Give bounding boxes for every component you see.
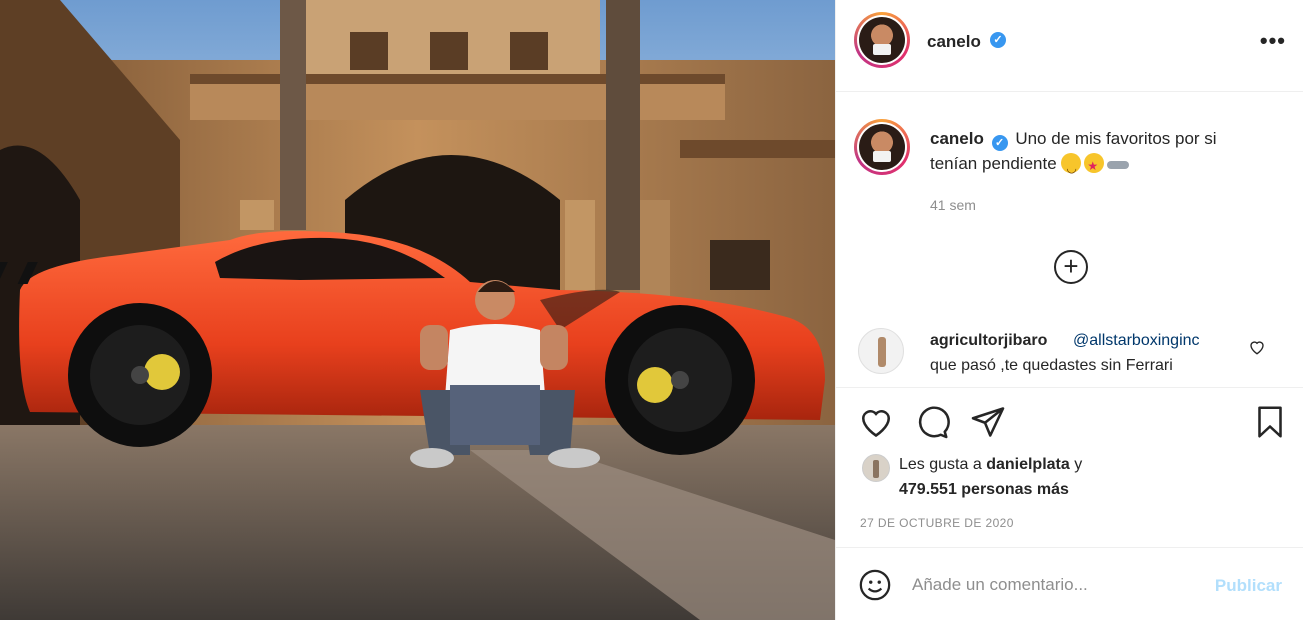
share-icon[interactable] [970,404,1006,440]
verified-badge-icon: ✓ [990,32,1006,48]
publish-comment-button[interactable]: Publicar [1215,576,1282,596]
comments-section[interactable]: canelo ✓ Uno de mis favoritos por si ten… [836,93,1303,387]
comment-username[interactable]: agricultorjibaro [930,332,1047,350]
laughing-emoji-icon [1061,153,1082,181]
post-header: canelo ✓ ••• [836,0,1303,92]
author-username[interactable]: canelo [927,32,981,52]
caption-username[interactable]: canelo [930,129,984,148]
caption-avatar[interactable] [854,119,910,175]
post-actions: Les gusta a danielplata y 479.551 person… [836,387,1303,547]
comment-input[interactable] [912,570,1202,600]
caption: canelo ✓ Uno de mis favoritos por si ten… [930,126,1260,181]
comment-avatar[interactable] [858,328,904,374]
comment-like-heart-icon[interactable] [1248,338,1266,356]
car-emoji-icon [1107,161,1130,169]
more-options-icon[interactable]: ••• [1260,28,1286,54]
likes-count[interactable]: 479.551 personas más [899,481,1069,499]
caption-verified-icon: ✓ [991,135,1008,151]
author-avatar[interactable] [854,12,910,68]
star-struck-emoji-icon [1084,153,1105,179]
post-date[interactable]: 27 DE OCTUBRE DE 2020 [860,516,1014,530]
comment-icon[interactable] [914,404,950,440]
comment-mention-link[interactable]: @allstarboxinginc [1073,332,1200,350]
load-more-comments-button[interactable]: + [1054,250,1088,284]
likes-prefix: Les gusta a [899,456,982,473]
likes-summary: Les gusta a danielplata y [899,456,1082,474]
likes-connector: y [1074,456,1083,473]
comment-text: que pasó ,te quedastes sin Ferrari [930,357,1173,374]
post-image [0,0,835,620]
comment-item: agricultorjibaro @allstarboxinginc que p… [858,328,1288,387]
caption-time-ago[interactable]: 41 sem [930,197,976,213]
heart-icon[interactable] [858,404,894,440]
bookmark-icon[interactable] [1252,404,1288,440]
liker-avatar[interactable] [862,454,890,482]
emoji-picker-icon[interactable] [858,568,892,602]
liker-username[interactable]: danielplata [986,456,1070,473]
post-photo[interactable] [0,0,835,620]
add-comment-bar: Publicar [836,547,1303,620]
post-side-panel: canelo ✓ ••• canelo ✓ Uno de mis favorit… [835,0,1303,620]
